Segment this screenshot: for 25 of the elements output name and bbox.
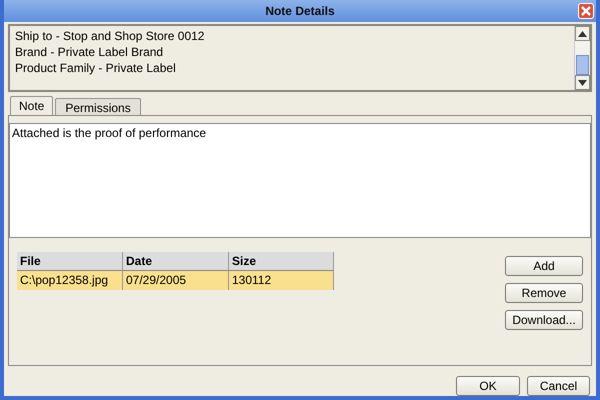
table-cell: 07/29/2005: [123, 271, 229, 290]
info-text-area[interactable]: Ship to - Stop and Shop Store 0012 Brand - Private Label Brand Product Family - Private Label: [8, 24, 592, 92]
column-header[interactable]: Size: [229, 252, 334, 271]
column-header[interactable]: File: [17, 252, 123, 271]
tab[interactable]: Note: [10, 96, 54, 115]
info-line: Ship to - Stop and Shop Store 0012: [15, 28, 206, 44]
note-field[interactable]: Attached is the proof of performance: [9, 123, 591, 238]
file-action-button[interactable]: Download...: [505, 310, 583, 330]
info-line: Brand - Private Label Brand: [15, 44, 164, 60]
table-cell: 130112: [229, 271, 334, 290]
table-row[interactable]: C:\pop12358.jpg 07/29/2005 130112: [17, 271, 334, 290]
scroll-down-icon[interactable]: [578, 80, 587, 86]
file-action-button[interactable]: Add: [505, 256, 583, 276]
info-line: Product Family - Private Label: [15, 60, 177, 76]
tab[interactable]: Permissions: [55, 98, 141, 115]
scroll-bar[interactable]: [574, 26, 590, 90]
dialog-button[interactable]: OK: [456, 376, 520, 396]
close-button[interactable]: [578, 3, 594, 19]
column-header[interactable]: Date: [123, 252, 229, 271]
table-cell: C:\pop12358.jpg: [17, 271, 123, 290]
file-action-button[interactable]: Remove: [505, 283, 583, 303]
dialog-button[interactable]: Cancel: [527, 376, 590, 396]
window-title: Note Details: [265, 4, 335, 18]
scroll-up-icon[interactable]: [578, 30, 587, 36]
close-icon: [580, 5, 592, 17]
